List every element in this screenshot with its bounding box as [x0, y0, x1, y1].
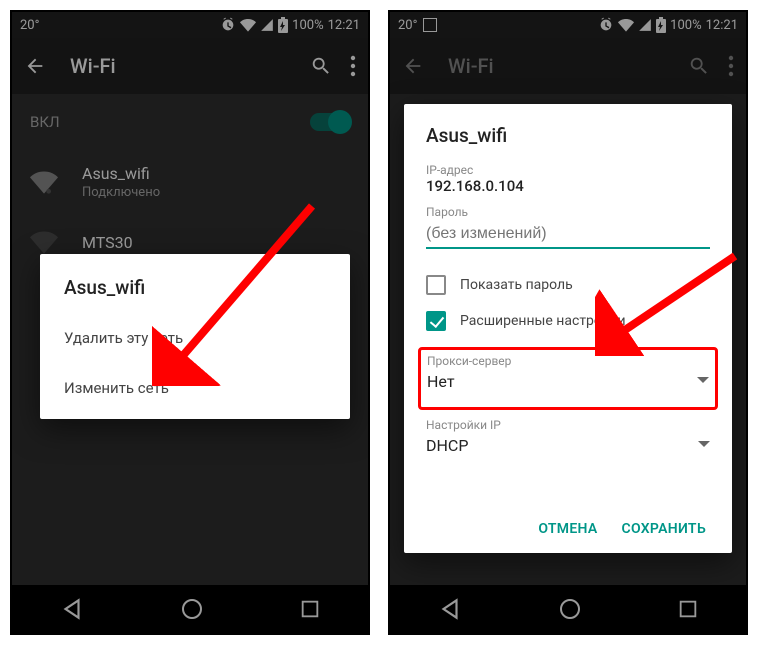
save-button[interactable]: СОХРАНИТЬ	[622, 521, 706, 537]
proxy-value: Нет	[427, 372, 455, 391]
checkbox-checked-icon	[426, 311, 446, 331]
annotation-arrow	[595, 246, 745, 356]
ip-settings-value: DHCP	[426, 436, 468, 455]
password-label: Пароль	[426, 205, 710, 219]
dialog-title: Asus_wifi	[426, 124, 710, 147]
checkbox-icon	[426, 275, 446, 295]
annotation-arrow	[152, 196, 322, 386]
ip-settings-label: Настройки IP	[426, 418, 710, 432]
phone-right: 20° 100% 12:21 Wi-Fi Asus_wifi IP-адрес …	[388, 10, 748, 635]
dialog-actions: ОТМЕНА СОХРАНИТЬ	[426, 511, 710, 543]
proxy-dropdown[interactable]: Прокси-сервер Нет	[418, 347, 718, 410]
phone-left: 20° 100% 12:21 Wi-Fi ВКЛ Asus_wifi Подкл…	[10, 10, 370, 635]
ip-address-value: 192.168.0.104	[426, 177, 710, 195]
chevron-down-icon	[697, 377, 709, 385]
show-password-label: Показать пароль	[460, 277, 573, 293]
cancel-button[interactable]: ОТМЕНА	[538, 521, 597, 537]
password-input[interactable]	[426, 219, 710, 249]
ip-settings-dropdown[interactable]: Настройки IP DHCP	[426, 418, 710, 465]
proxy-label: Прокси-сервер	[427, 354, 709, 368]
ip-address-label: IP-адрес	[426, 163, 710, 177]
chevron-down-icon	[698, 441, 710, 449]
